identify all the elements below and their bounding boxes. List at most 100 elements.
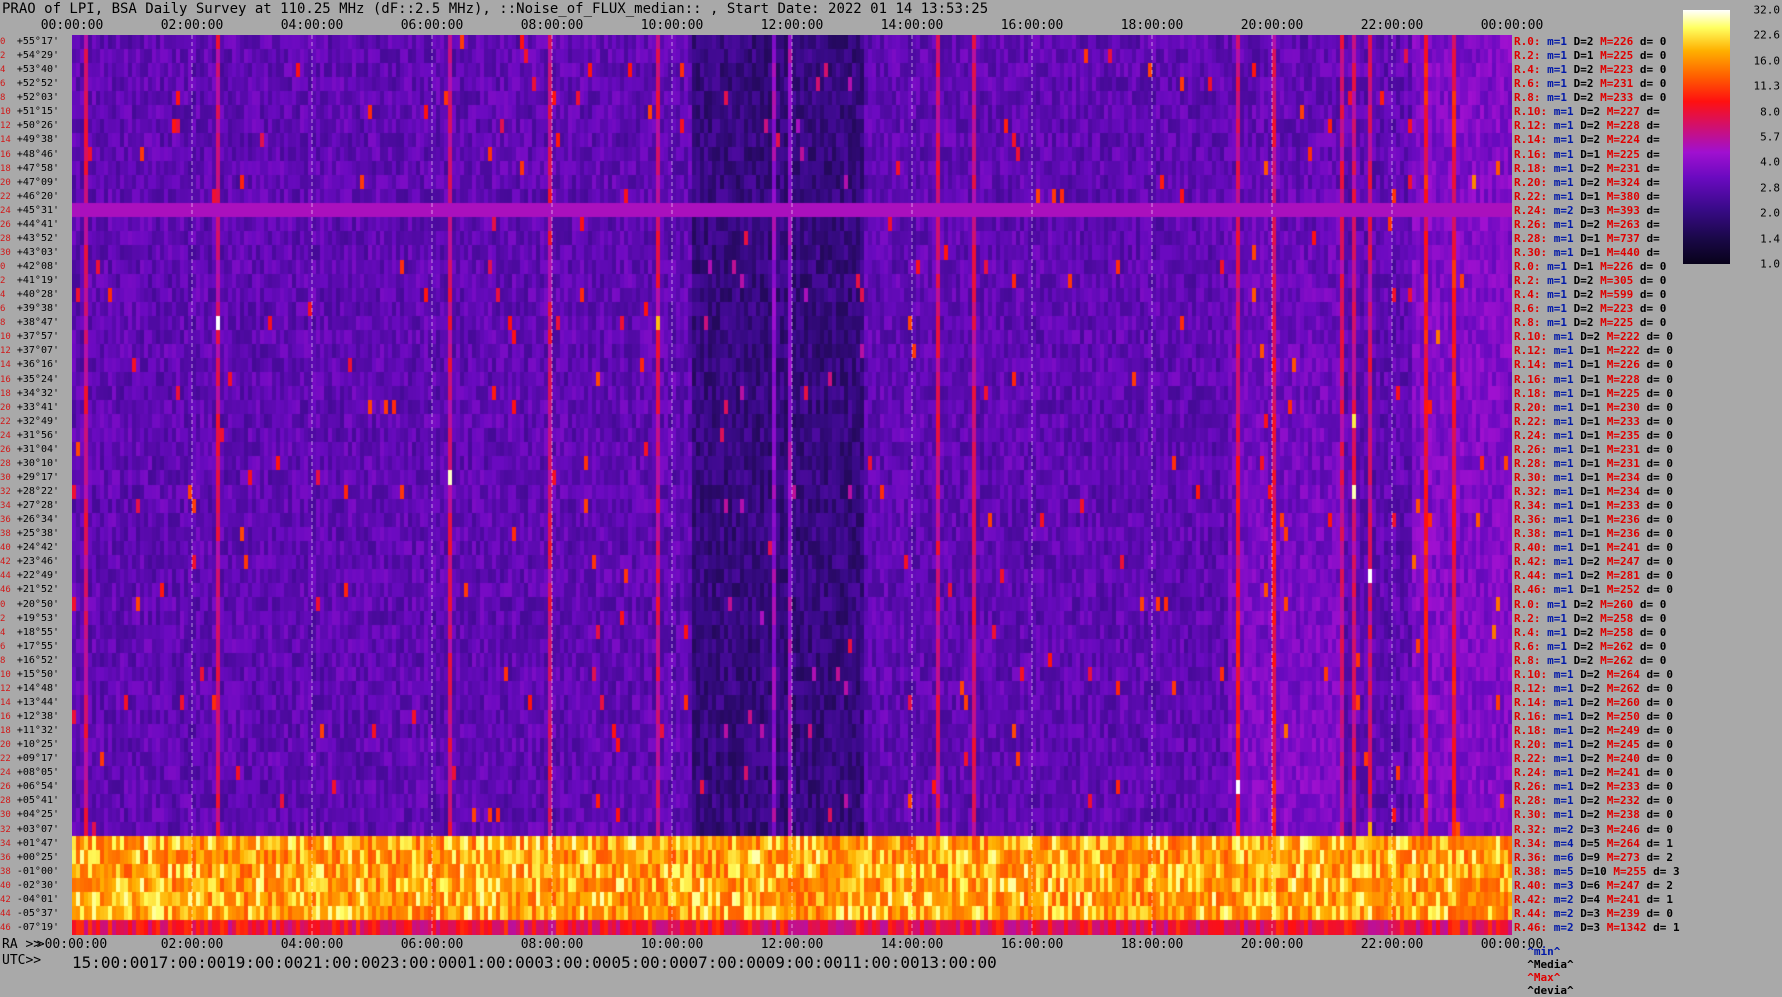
utc-axis: 15:00:0017:00:0019:00:0021:00:0023:00:00… (72, 953, 1512, 972)
declination-value: +37°07' (10, 345, 60, 357)
stat-d: D=3 (1573, 906, 1601, 920)
stat-m: m=1 (1547, 442, 1574, 456)
stat-m: m=1 (1540, 653, 1567, 667)
stat-r: R.24: (1514, 203, 1548, 217)
bottom-ra-tick: 20:00:00 (1240, 937, 1304, 952)
stat-M: M=260 (1600, 695, 1640, 709)
stat-M: M=258 (1593, 625, 1634, 639)
colorbar-tick: 1.4 (1760, 232, 1780, 246)
declination-label: 24 +08°05' (0, 766, 59, 780)
stat-dv: d= 2 (1639, 878, 1673, 892)
stat-d: D=6 (1573, 878, 1601, 892)
stat-d: D=2 (1573, 724, 1601, 738)
stat-dv: d= 0 (1639, 555, 1673, 569)
declination-label: 8 +38°47' (0, 316, 59, 330)
declination-label: 36 +00°25' (0, 851, 59, 865)
stat-d: D=2 (1573, 105, 1601, 119)
declination-value: +22°49' (10, 570, 60, 582)
row-index: 10 (0, 332, 11, 343)
stat-dv: d= 0 (1639, 428, 1673, 442)
utc-tick: 07:00:00 (688, 953, 766, 972)
row-stat: R.30: m=1 D=2 M=238 d= 0 (1514, 808, 1673, 822)
stat-m: m=1 (1547, 119, 1574, 133)
stat-M: M=225 (1600, 386, 1640, 400)
row-index: 34 (0, 838, 11, 849)
row-index: 38 (0, 866, 11, 877)
stat-dv: d= 0 (1633, 91, 1667, 105)
stat-M: M=226 (1593, 260, 1634, 273)
stat-M: M=264 (1600, 667, 1640, 681)
top-ra-tick: 02:00:00 (160, 18, 224, 33)
bottom-ra-tick: 22:00:00 (1360, 937, 1424, 952)
row-stat: R.6: m=1 D=2 M=231 d= 0 (1514, 77, 1666, 91)
row-index: 12 (0, 346, 11, 357)
row-index: 24 (0, 205, 11, 216)
stat-r: R.10: (1514, 330, 1548, 344)
row-index: 46 (0, 922, 11, 933)
declination-value: +05°41' (10, 795, 60, 807)
row-index: 16 (0, 149, 11, 160)
row-stat: R.16: m=1 D=1 M=228 d= 0 (1514, 373, 1673, 387)
declination-label: 30 +04°25' (0, 808, 59, 822)
stat-d: D=3 (1573, 203, 1601, 217)
colorbar-tick: 2.8 (1760, 181, 1780, 195)
top-ra-tick: 22:00:00 (1360, 18, 1424, 33)
stat-r: R.22: (1514, 189, 1548, 203)
stat-M: M=252 (1600, 583, 1640, 597)
stat-M: M=225 (1593, 49, 1634, 63)
row-stat: R.32: m=1 D=1 M=234 d= 0 (1514, 485, 1673, 499)
declination-value: +49°38' (10, 134, 60, 146)
row-stat: R.24: m=2 D=3 M=393 d= (1514, 204, 1660, 218)
top-ra-tick: 08:00:00 (520, 18, 584, 33)
row-stat: R.38: m=1 D=1 M=236 d= 0 (1514, 527, 1673, 541)
stat-m: m=1 (1547, 583, 1574, 597)
declination-value: +35°24' (10, 373, 60, 385)
stat-M: M=737 (1600, 231, 1640, 245)
row-index: 30 (0, 472, 11, 483)
stat-d: D=2 (1567, 91, 1594, 105)
stat-m: m=1 (1547, 400, 1574, 414)
stat-dv: d= (1639, 245, 1660, 259)
row-stat: R.42: m=1 D=2 M=247 d= 0 (1514, 555, 1673, 569)
colorbar-labels: 32.0 22.6 16.0 11.3 8.0 5.7 4.0 2.8 2.0 1.4 1.0 (1738, 0, 1782, 280)
row-index: 32 (0, 824, 11, 835)
row-index: 46 (0, 585, 11, 596)
stat-m: m=1 (1547, 231, 1574, 245)
declination-label: 12 +14°48' (0, 682, 59, 696)
row-stat: R.36: m=1 D=1 M=236 d= 0 (1514, 513, 1673, 527)
declination-label: 20 +10°25' (0, 738, 59, 752)
declination-label: 14 +13°44' (0, 696, 59, 710)
stat-r: R.2: (1514, 49, 1541, 63)
stat-d: D=1 (1573, 147, 1601, 161)
stat-M: M=236 (1600, 513, 1640, 527)
stat-r: R.14: (1514, 695, 1548, 709)
row-index: 28 (0, 796, 11, 807)
stat-dv: d= 0 (1639, 752, 1673, 766)
declination-value: +24°42' (10, 542, 60, 554)
row-index: 24 (0, 430, 11, 441)
declination-label: 24 +31°56' (0, 429, 59, 443)
stat-d: D=4 (1573, 892, 1601, 906)
stat-d: D=1 (1573, 541, 1601, 555)
row-stat: R.30: m=1 D=1 M=440 d= (1514, 246, 1660, 260)
declination-label: 16 +12°38' (0, 710, 59, 724)
stat-M: M=222 (1600, 330, 1640, 344)
stat-d: D=2 (1573, 161, 1601, 175)
declination-label: 40 -02°30' (0, 879, 59, 893)
row-stat: R.26: m=1 D=2 M=263 d= (1514, 218, 1660, 232)
declination-label: 12 +50°26' (0, 119, 59, 133)
stat-M: M=228 (1600, 119, 1640, 133)
top-ra-tick: 06:00:00 (400, 18, 464, 33)
row-index: 4 (0, 290, 11, 301)
declination-label: 38 -01°00' (0, 865, 59, 879)
stat-M: M=233 (1600, 499, 1640, 513)
stat-m: m=1 (1547, 667, 1574, 681)
declination-label: 8 +52°03' (0, 91, 59, 105)
declination-value: +26°34' (10, 514, 60, 526)
row-index: 12 (0, 683, 11, 694)
row-stat: R.46: m=1 D=1 M=252 d= 0 (1514, 583, 1673, 597)
row-stat: R.4: m=1 D=2 M=599 d= 0 (1514, 288, 1666, 302)
top-ra-tick: 00:00:00 (1480, 18, 1544, 33)
declination-value: +16°52' (10, 654, 60, 666)
stat-d: D=2 (1567, 653, 1594, 667)
